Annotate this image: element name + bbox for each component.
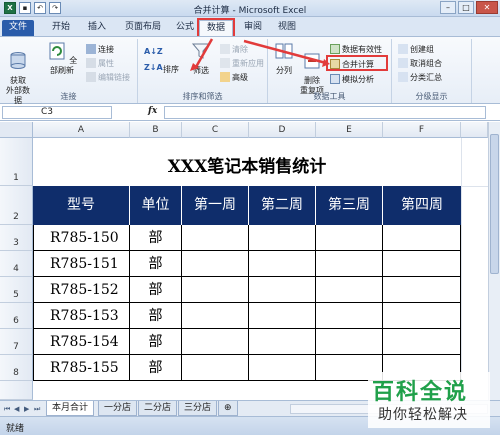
table-cell[interactable]: [182, 251, 249, 277]
window-title: 合并计算 - Microsoft Excel: [193, 6, 307, 16]
vertical-scroll-thumb[interactable]: [490, 134, 499, 274]
gridline: [461, 138, 462, 400]
ribbon: 获取 外部数据 全部刷新 连接 属性 编辑链接 连接 A↓Z Z↓A 排序 筛选…: [0, 36, 500, 105]
row-header-9[interactable]: [0, 381, 33, 400]
table-cell[interactable]: 部: [130, 329, 182, 355]
column-header-b[interactable]: B: [130, 122, 182, 138]
tab-data[interactable]: 数据: [197, 18, 235, 38]
row-header-8[interactable]: 8: [0, 355, 33, 381]
table-cell[interactable]: [316, 251, 383, 277]
ribbon-tab-bar: 文件 开始 插入 页面布局 公式 数据 审阅 视图: [0, 17, 500, 38]
next-sheet-icon[interactable]: ▶: [24, 404, 32, 414]
table-cell[interactable]: 部: [130, 225, 182, 251]
sheet-tab-branch3[interactable]: 三分店: [178, 401, 218, 416]
tab-view[interactable]: 视图: [272, 20, 302, 36]
table-cell[interactable]: R785-153: [33, 303, 130, 329]
sheet-tab-total[interactable]: 本月合计: [46, 401, 95, 416]
tab-file[interactable]: 文件: [2, 20, 34, 36]
formula-input[interactable]: [164, 106, 486, 119]
table-cell[interactable]: [383, 277, 461, 303]
table-cell[interactable]: R785-155: [33, 355, 130, 381]
row-header-1[interactable]: 1: [0, 138, 33, 186]
row-header-7[interactable]: 7: [0, 329, 33, 355]
row-header-5[interactable]: 5: [0, 277, 33, 303]
table-cell[interactable]: [249, 225, 316, 251]
column-header-f[interactable]: F: [383, 122, 461, 138]
row-header-3[interactable]: 3: [0, 225, 33, 251]
select-all-corner[interactable]: [0, 122, 33, 138]
column-header-g[interactable]: [461, 122, 488, 138]
sheet-tab-branch1[interactable]: 一分店: [98, 401, 138, 416]
status-ready: 就绪: [6, 424, 25, 434]
title-bar: X ▪ ↶ ↷ 合并计算 - Microsoft Excel – □ ✕: [0, 0, 500, 17]
watermark-title: 百科全说: [372, 380, 469, 405]
table-cell[interactable]: [249, 303, 316, 329]
fx-icon[interactable]: fx: [148, 106, 157, 116]
table-cell[interactable]: [316, 329, 383, 355]
insert-sheet-icon[interactable]: ⊕: [218, 401, 238, 416]
table-cell[interactable]: [182, 225, 249, 251]
row-header-4[interactable]: 4: [0, 251, 33, 277]
name-box[interactable]: C3: [2, 106, 112, 119]
last-sheet-icon[interactable]: ⏭: [34, 404, 42, 414]
column-header-e[interactable]: E: [316, 122, 383, 138]
header-cell-model[interactable]: 型号: [33, 186, 130, 225]
watermark-subtitle: 助你轻松解决: [378, 407, 468, 423]
table-cell[interactable]: [249, 355, 316, 381]
header-cell-week2[interactable]: 第二周: [249, 186, 316, 225]
table-cell[interactable]: 部: [130, 277, 182, 303]
close-button[interactable]: ✕: [476, 1, 498, 14]
table-cell[interactable]: [182, 355, 249, 381]
sheet-title[interactable]: XXX笔记本销售统计: [33, 152, 461, 177]
table-cell[interactable]: [383, 225, 461, 251]
table-cell[interactable]: 部: [130, 303, 182, 329]
table-cell[interactable]: [383, 303, 461, 329]
tab-page-layout[interactable]: 页面布局: [118, 20, 168, 36]
tab-review[interactable]: 审阅: [238, 20, 268, 36]
table-cell[interactable]: [249, 329, 316, 355]
formula-bar: C3 fx: [0, 105, 500, 121]
column-header-a[interactable]: A: [33, 122, 130, 138]
table-cell[interactable]: 部: [130, 251, 182, 277]
tab-insert[interactable]: 插入: [82, 20, 112, 36]
header-cell-week3[interactable]: 第三周: [316, 186, 383, 225]
tab-home[interactable]: 开始: [46, 20, 76, 36]
table-cell[interactable]: R785-152: [33, 277, 130, 303]
table-cell[interactable]: [383, 329, 461, 355]
table-cell[interactable]: 部: [130, 355, 182, 381]
maximize-button[interactable]: □: [458, 1, 474, 14]
prev-sheet-icon[interactable]: ◀: [14, 404, 22, 414]
watermark-logo: 百科全说 助你轻松解决: [368, 372, 490, 428]
table-cell[interactable]: [383, 251, 461, 277]
table-cell[interactable]: [316, 225, 383, 251]
table-cell[interactable]: R785-154: [33, 329, 130, 355]
header-cell-week4[interactable]: 第四周: [383, 186, 461, 225]
table-cell[interactable]: [182, 303, 249, 329]
table-cell[interactable]: [249, 251, 316, 277]
vertical-scrollbar[interactable]: [488, 122, 500, 400]
table-cell[interactable]: [182, 277, 249, 303]
tab-formulas[interactable]: 公式: [170, 20, 200, 36]
sheet-tab-branch2[interactable]: 二分店: [138, 401, 178, 416]
row-header-2[interactable]: 2: [0, 186, 33, 225]
column-header-c[interactable]: C: [182, 122, 249, 138]
table-cell[interactable]: [316, 303, 383, 329]
annotation-arrows: [190, 38, 330, 71]
row-header-6[interactable]: 6: [0, 303, 33, 329]
table-cell[interactable]: R785-150: [33, 225, 130, 251]
worksheet[interactable]: A B C D E F 1 2 3 4 5 6 7 8 XXX笔记本销售统计 型…: [0, 122, 488, 400]
header-cell-week1[interactable]: 第一周: [182, 186, 249, 225]
column-header-d[interactable]: D: [249, 122, 316, 138]
table-cell[interactable]: [316, 277, 383, 303]
minimize-button[interactable]: –: [440, 1, 456, 14]
header-cell-unit[interactable]: 单位: [130, 186, 182, 225]
table-cell[interactable]: R785-151: [33, 251, 130, 277]
first-sheet-icon[interactable]: ⏮: [4, 404, 12, 414]
table-cell[interactable]: [182, 329, 249, 355]
table-cell[interactable]: [249, 277, 316, 303]
